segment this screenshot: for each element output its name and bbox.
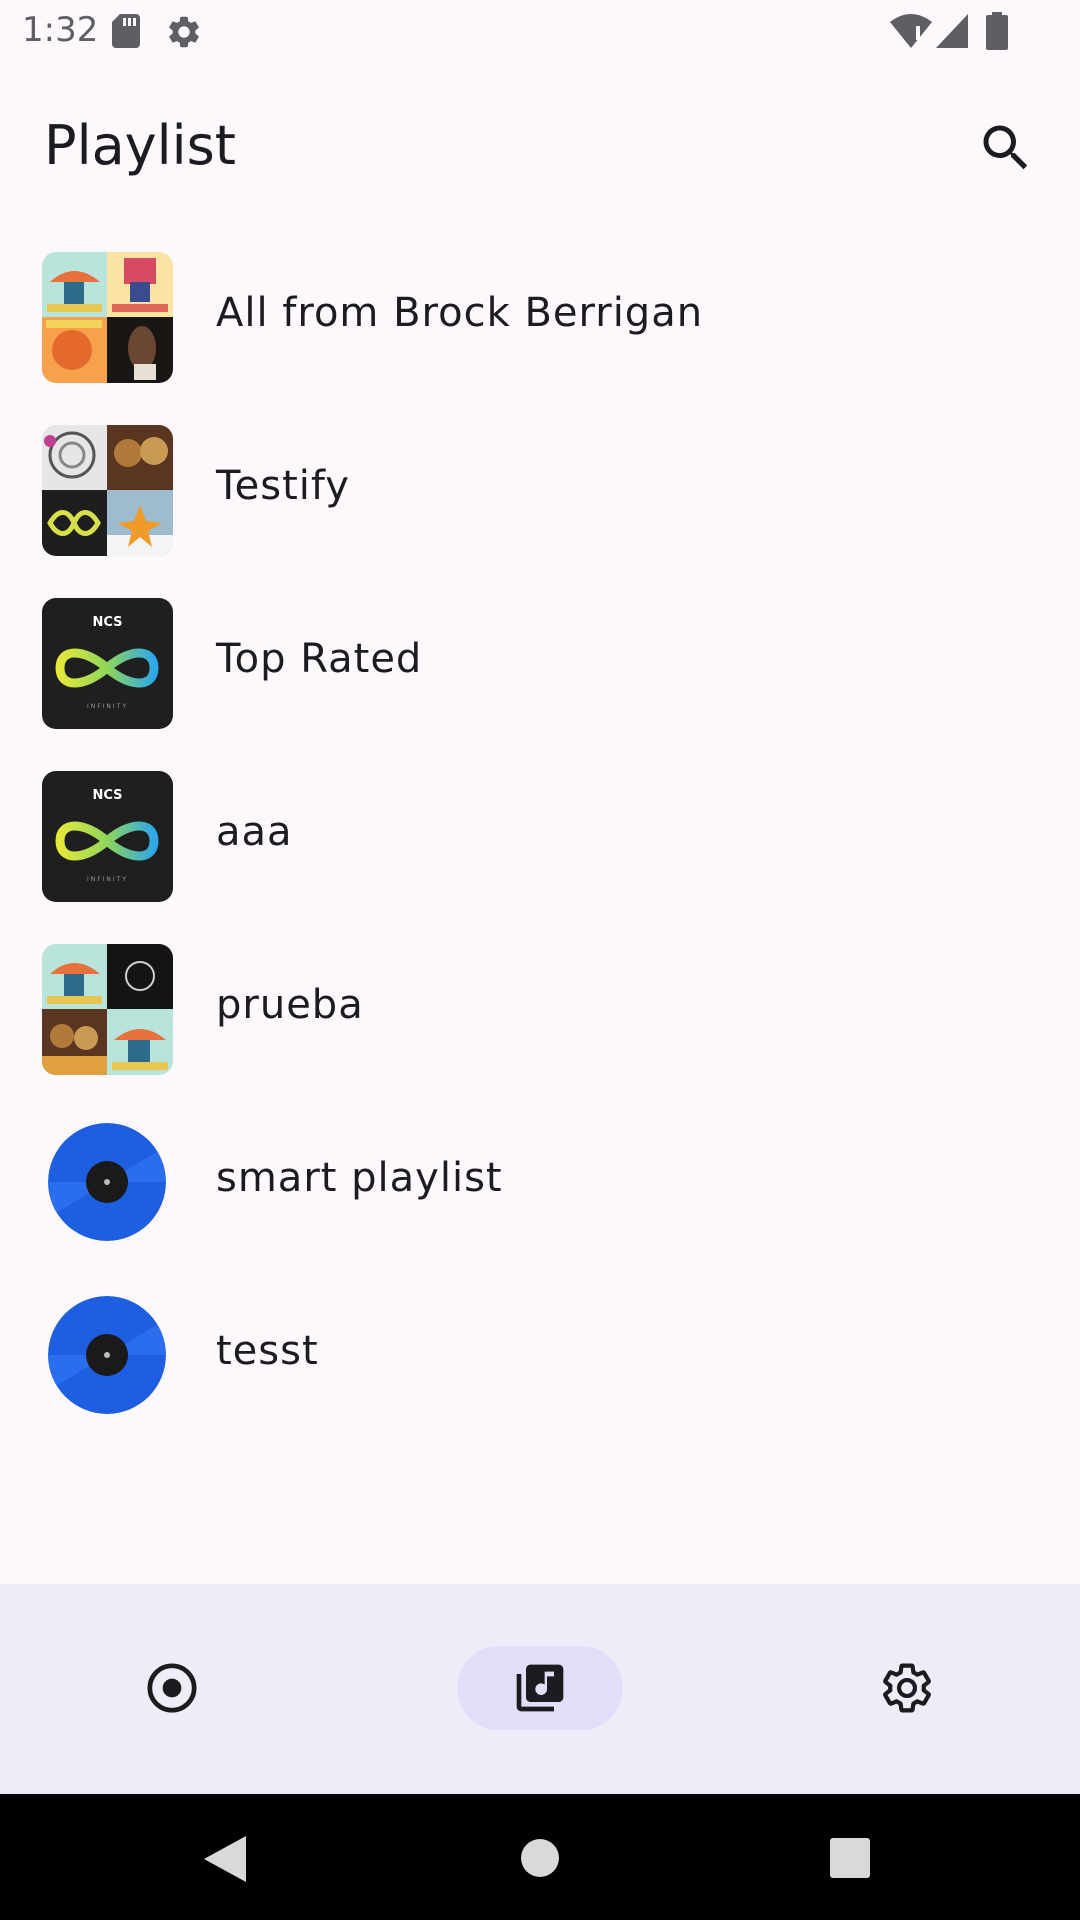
status-time: 1:32 <box>22 10 99 50</box>
recents-icon[interactable] <box>830 1838 870 1878</box>
playlist-thumbnail <box>48 1123 166 1241</box>
playlist-thumbnail: NCS INFINITY <box>42 598 173 729</box>
playlist-name: smart playlist <box>216 1155 503 1201</box>
playlist-name: All from Brock Berrigan <box>216 290 704 336</box>
playlist-name: aaa <box>216 809 293 855</box>
system-navigation-bar <box>0 1794 1080 1920</box>
settings-icon <box>883 1663 931 1713</box>
page-title: Playlist <box>44 114 236 177</box>
playlist-thumbnail <box>42 944 173 1075</box>
album-collage-image <box>42 944 173 1075</box>
nav-now-playing[interactable] <box>89 1646 255 1730</box>
playlist-thumbnail <box>42 252 173 383</box>
playlist-name: tesst <box>216 1328 319 1374</box>
album-collage-image <box>42 425 173 556</box>
ncs-infinity-cover: NCS INFINITY <box>55 615 159 710</box>
playlist-item[interactable]: prueba <box>0 938 1080 1111</box>
playlist-item[interactable]: All from Brock Berrigan <box>0 246 1080 419</box>
bottom-navigation <box>0 1584 1080 1794</box>
now-playing-icon <box>147 1663 197 1713</box>
infinity-text: INFINITY <box>87 876 128 883</box>
ncs-infinity-cover: NCS INFINITY <box>55 788 159 883</box>
playlist-item[interactable]: smart playlist <box>0 1111 1080 1284</box>
search-button[interactable] <box>976 118 1036 178</box>
playlist-name: prueba <box>216 982 364 1028</box>
playlist-name: Testify <box>216 463 350 509</box>
vinyl-disc-icon <box>48 1296 166 1414</box>
playlist-item[interactable]: NCS INFINITY aaa <box>0 765 1080 938</box>
sd-card-icon <box>112 14 140 48</box>
cell-signal-icon <box>936 14 968 48</box>
playlist-name: Top Rated <box>216 636 423 682</box>
app-root: 1:32 Playlist All from Brock Berrigan Te… <box>0 0 1080 1920</box>
playlist-thumbnail: NCS INFINITY <box>42 771 173 902</box>
nav-settings[interactable] <box>824 1646 990 1730</box>
playlist-list: All from Brock Berrigan Testify NCS INFI… <box>0 246 1080 1457</box>
wifi-icon <box>890 14 932 48</box>
back-icon[interactable] <box>204 1836 246 1882</box>
playlist-item[interactable]: Testify <box>0 419 1080 592</box>
library-music-icon <box>516 1664 564 1712</box>
settings-gear-icon <box>169 16 199 48</box>
playlist-item[interactable]: NCS INFINITY Top Rated <box>0 592 1080 765</box>
vinyl-disc-icon <box>48 1123 166 1241</box>
status-bar: 1:32 <box>0 0 1080 64</box>
playlist-item[interactable]: tesst <box>0 1284 1080 1457</box>
album-collage-image <box>42 252 173 383</box>
ncs-text: NCS <box>92 788 122 803</box>
infinity-text: INFINITY <box>87 703 128 710</box>
playlist-thumbnail <box>42 425 173 556</box>
playlist-thumbnail <box>48 1296 166 1414</box>
app-header: Playlist <box>0 100 1080 200</box>
battery-icon <box>986 12 1008 50</box>
home-icon[interactable] <box>520 1838 560 1878</box>
nav-library[interactable] <box>457 1646 623 1730</box>
ncs-text: NCS <box>92 615 122 630</box>
search-icon <box>983 125 1028 170</box>
